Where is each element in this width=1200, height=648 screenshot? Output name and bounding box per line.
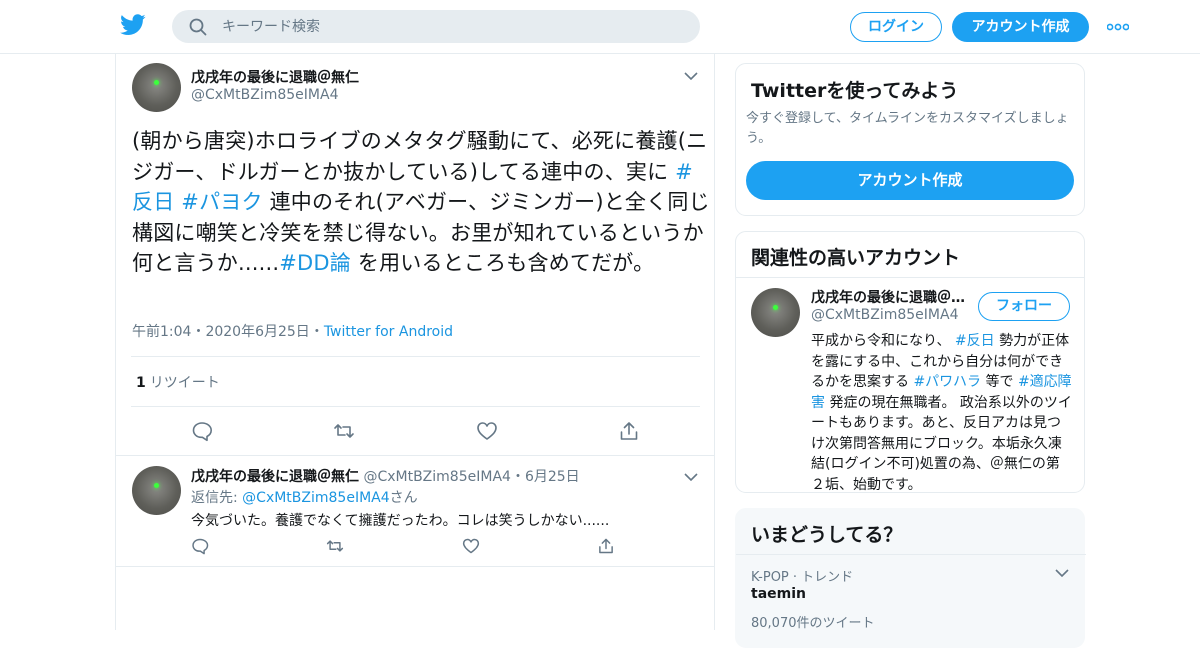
replying-to: 返信先: @CxMtBZim85eIMA4さん [191,487,418,507]
top-nav-bar: ログイン アカウント作成 [0,0,1200,54]
tweet-time[interactable]: 午前1:04 [132,324,191,340]
tweet-text: (朝から唐突)ホロライブのメタタグ騒動にて、必死に養護(ニジガー、ドルガーとか抜… [132,126,712,279]
retweet-stats[interactable]: 1 リツイート [136,372,220,392]
tweet-author-handle[interactable]: @CxMtBZim85eIMA4 [191,87,338,103]
reply-author-name[interactable]: 戊戌年の最後に退職＠無仁 [191,469,359,485]
tweet-source-link[interactable]: Twitter for Android [324,324,453,340]
reply-icon[interactable] [191,420,213,442]
hashtag-link[interactable]: #パワハラ [913,374,981,390]
follow-button[interactable]: フォロー [978,292,1070,321]
reply-text: 今気づいた。養護でなくて擁護だったわ。コレは笑うしかない...... [191,513,610,529]
replying-to-handle-link[interactable]: @CxMtBZim85eIMA4 [242,490,389,506]
tweet-meta: 午前1:04・2020年6月25日・Twitter for Android [132,321,453,341]
chevron-down-icon[interactable] [684,473,698,481]
chevron-down-icon[interactable] [1055,569,1069,577]
signup-card: Twitterを使ってみよう 今すぐ登録して、タイムラインをカスタマイズしましょ… [735,63,1085,216]
login-button[interactable]: ログイン [850,12,942,42]
meta-separator: ・ [510,469,525,485]
tweet-text-part: (朝から唐突)ホロライブのメタタグ騒動にて、必死に養護(ニジガー、ドルガーとか抜… [132,129,708,184]
hashtag-link[interactable]: #パヨク [181,190,262,214]
signup-card-button[interactable]: アカウント作成 [746,161,1074,200]
retweet-icon[interactable] [326,537,344,555]
reply-icon[interactable] [191,537,209,555]
trend-item[interactable]: taemin [751,586,806,602]
reply-author-handle[interactable]: @CxMtBZim85eIMA4 [363,469,510,485]
related-account-bio: 平成から令和になり、 #反日 勢力が正体を露にする中、これから自分は何ができるか… [811,331,1073,495]
share-icon[interactable] [597,537,615,555]
more-dots-icon[interactable] [1107,23,1129,31]
avatar[interactable] [751,288,800,337]
meta-separator: ・ [191,324,206,340]
hashtag-link[interactable]: #DD論 [279,251,351,275]
trends-card: いまどうしてる？ K-POP · トレンド taemin 80,070件のツイー… [735,508,1086,648]
meta-separator: ・ [309,324,324,340]
signup-card-description: 今すぐ登録して、タイムラインをカスタマイズしましょう。 [746,111,1069,146]
replying-to-suffix: さん [389,490,418,506]
like-heart-icon[interactable] [476,420,498,442]
tweet-author-name[interactable]: 戊戌年の最後に退職＠無仁 [191,67,359,87]
replying-to-label: 返信先: [191,490,243,506]
bio-text: 等で [981,374,1018,390]
related-account-handle[interactable]: @CxMtBZim85eIMA4 [811,307,958,323]
related-account-name[interactable]: 戊戌年の最後に退職＠無仁 [811,287,971,307]
reply-header: 戊戌年の最後に退職＠無仁 @CxMtBZim85eIMA4・6月25日 [191,466,580,486]
share-icon[interactable] [618,420,640,442]
divider [131,356,700,357]
reply-date[interactable]: 6月25日 [525,469,580,485]
avatar[interactable] [132,466,181,515]
tweet-date[interactable]: 2020年6月25日 [205,324,309,340]
related-accounts-card: 関連性の高いアカウント 戊戌年の最後に退職＠無仁 @CxMtBZim85eIMA… [735,231,1085,493]
retweet-label: リツイート [149,375,220,391]
hashtag-link[interactable]: #反日 [955,333,995,349]
signup-card-title: Twitterを使ってみよう [751,80,959,102]
tweet-text-part: を用いるところも含めてだが。 [351,251,655,275]
twitter-bird-icon[interactable] [120,14,146,36]
related-accounts-title: 関連性の高いアカウント [751,247,961,269]
trend-meta: K-POP · トレンド [751,570,854,585]
retweet-count: 1 [136,375,146,391]
divider [736,554,1086,555]
reply-tweet[interactable]: 戊戌年の最後に退職＠無仁 @CxMtBZim85eIMA4・6月25日 返信先:… [116,455,714,567]
chevron-down-icon[interactable] [684,72,698,80]
avatar[interactable] [132,63,181,112]
trends-title: いまどうしてる？ [751,524,903,546]
bio-text: 平成から令和になり、 [811,333,955,349]
divider [116,566,714,567]
divider [736,277,1084,278]
search-box[interactable] [172,10,700,43]
search-input[interactable] [222,10,682,43]
timeline-column: 戊戌年の最後に退職＠無仁 @CxMtBZim85eIMA4 (朝から唐突)ホロラ… [115,54,715,630]
retweet-icon[interactable] [333,420,355,442]
bio-text: 発症の現在無職者。 政治系以外のツイートもあります。あと、反日アカは見つけ次第問… [811,394,1072,493]
signup-button[interactable]: アカウント作成 [952,12,1089,42]
trend-tweet-count: 80,070件のツイート [751,616,875,631]
search-icon [189,18,207,36]
divider [131,406,700,407]
like-heart-icon[interactable] [462,537,480,555]
